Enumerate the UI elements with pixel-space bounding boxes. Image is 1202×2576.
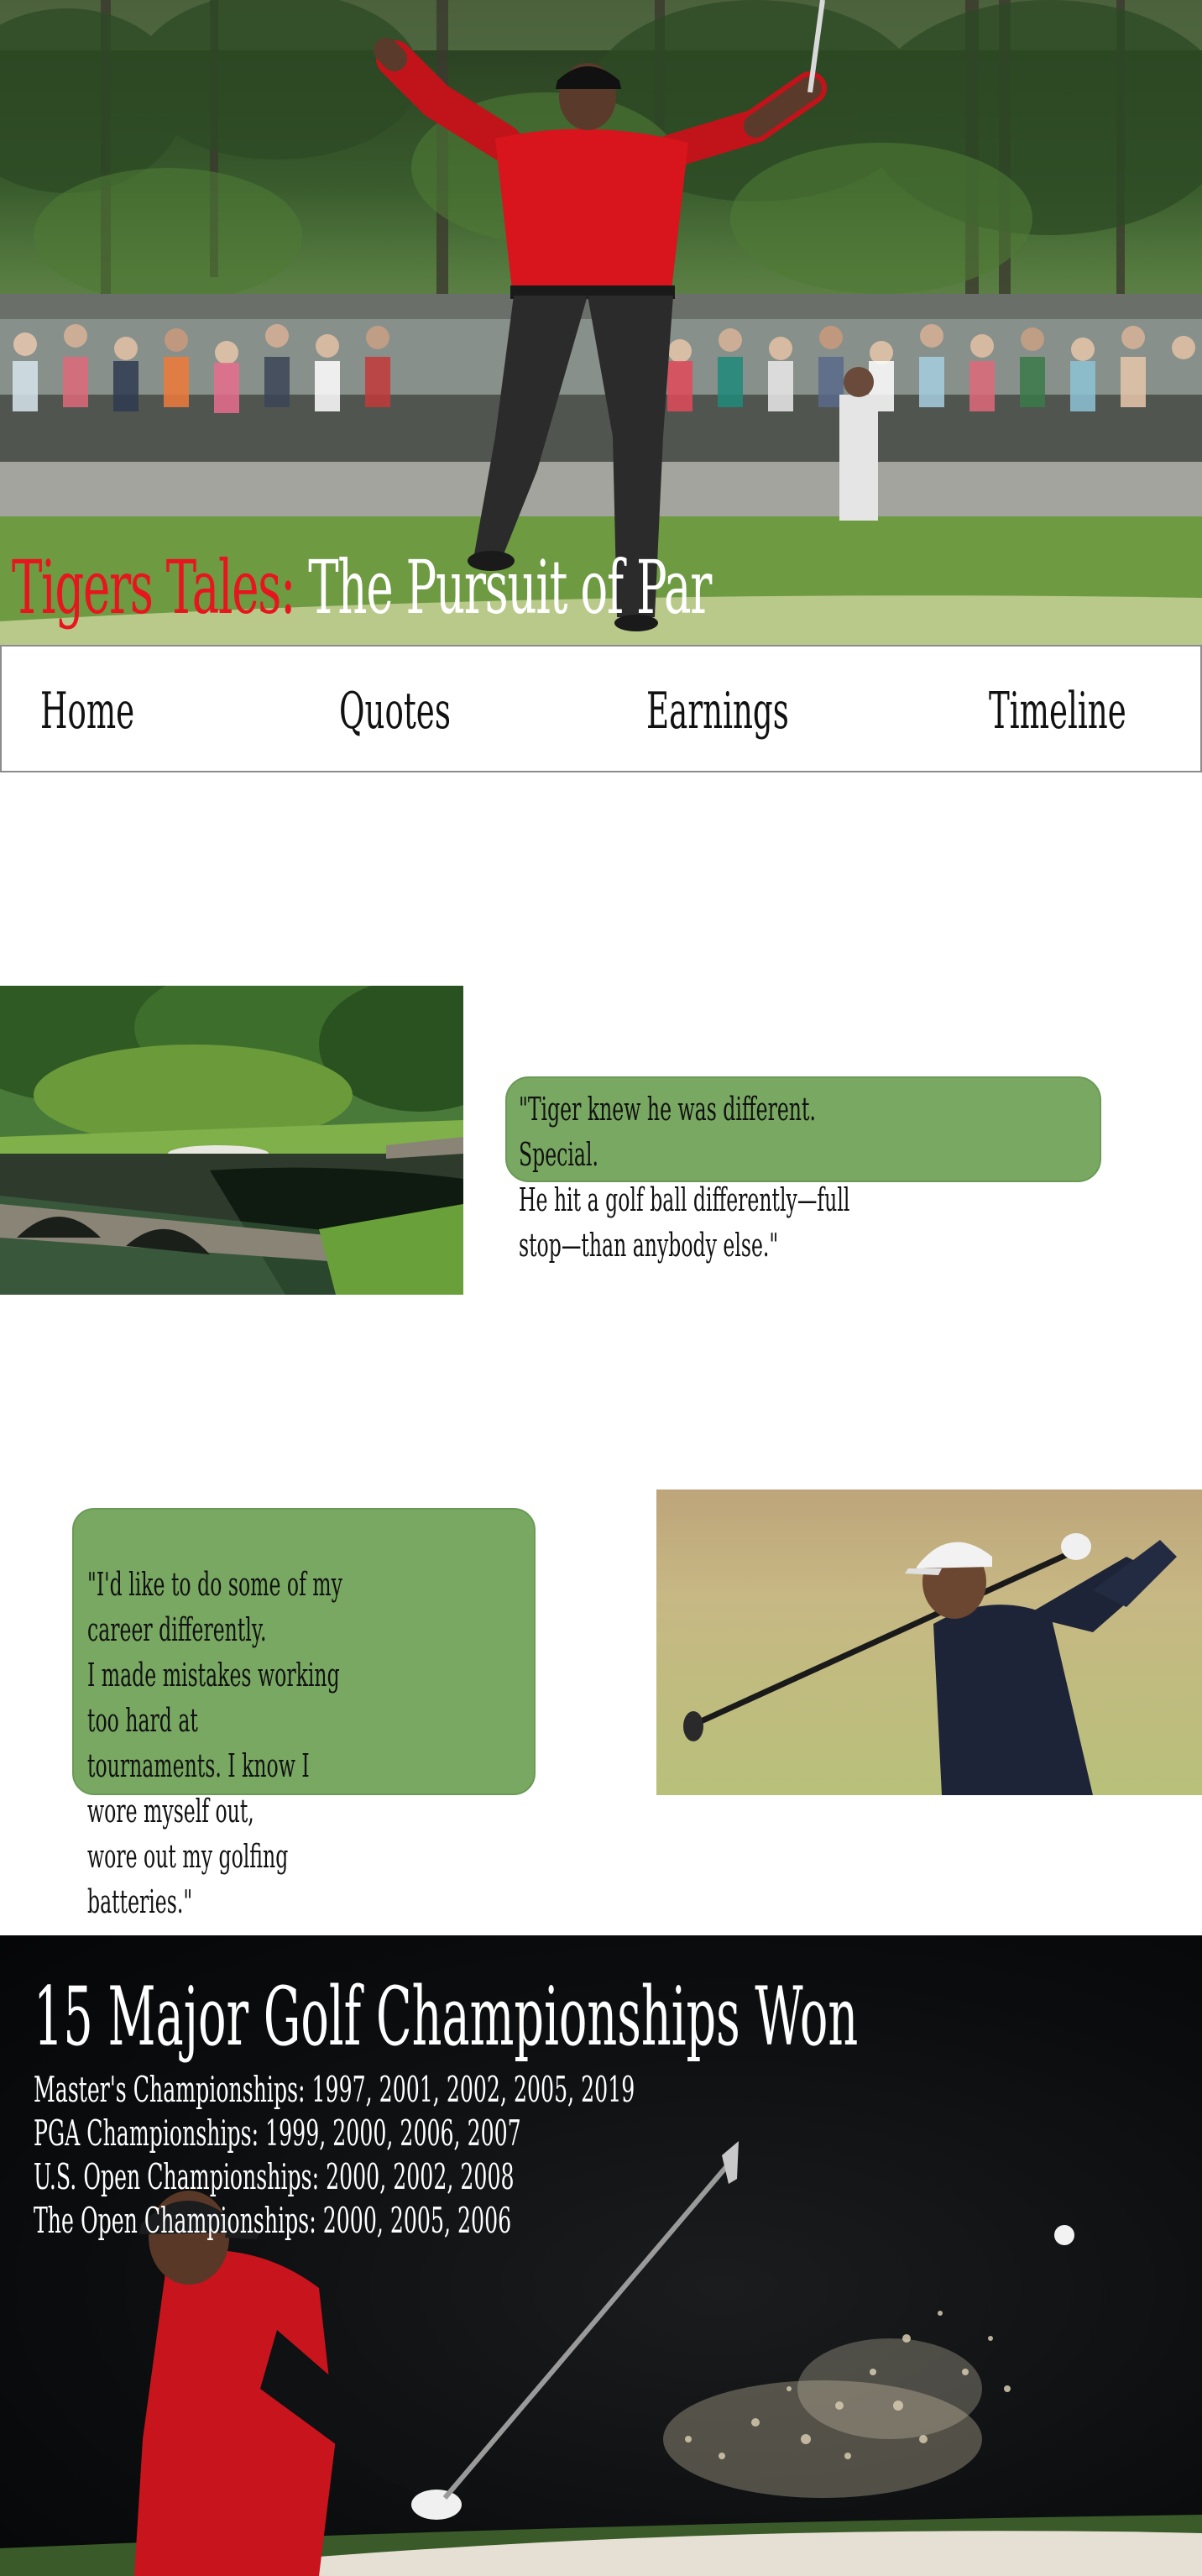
nav-timeline-link[interactable]: Timeline: [989, 682, 1126, 741]
main-nav: Home Quotes Earnings Timeline: [0, 645, 1202, 772]
page-title: Tigers Tales: The Pursuit of Par: [12, 544, 712, 631]
quote-text-2: "I'd like to do some of my career differ…: [87, 1566, 342, 1920]
quote-box-1: "Tiger knew he was different. Special. H…: [505, 1076, 1101, 1264]
championships-section: 15 Major Golf Championships Won Master's…: [0, 1935, 1202, 2576]
championships-pga: PGA Championships: 1999, 2000, 2006, 200…: [34, 2113, 521, 2154]
championships-masters: Master's Championships: 1997, 2001, 2002…: [34, 2069, 635, 2110]
quote-text-1: "Tiger knew he was different. Special. H…: [519, 1091, 850, 1264]
title-accent: Tigers Tales:: [12, 544, 295, 631]
quote-box-2: "I'd like to do some of my career differ…: [72, 1508, 536, 1920]
golfer-swinging-photo: [656, 1490, 1202, 1795]
championships-us-open: U.S. Open Championships: 2000, 2002, 200…: [34, 2156, 515, 2197]
championships-list: Master's Championships: 1997, 2001, 2002…: [34, 2068, 1036, 2243]
golf-course-bridge-photo: [0, 986, 463, 1295]
championships-the-open: The Open Championships: 2000, 2005, 2006: [34, 2200, 512, 2241]
nav-home-link[interactable]: Home: [40, 682, 134, 741]
hero-banner: Tigers Tales: The Pursuit of Par: [0, 0, 1202, 645]
nav-earnings-link[interactable]: Earnings: [646, 682, 789, 741]
title-rest: The Pursuit of Par: [295, 544, 712, 631]
championships-title: 15 Major Golf Championships Won: [34, 1970, 859, 2064]
nav-quotes-link[interactable]: Quotes: [339, 682, 451, 741]
